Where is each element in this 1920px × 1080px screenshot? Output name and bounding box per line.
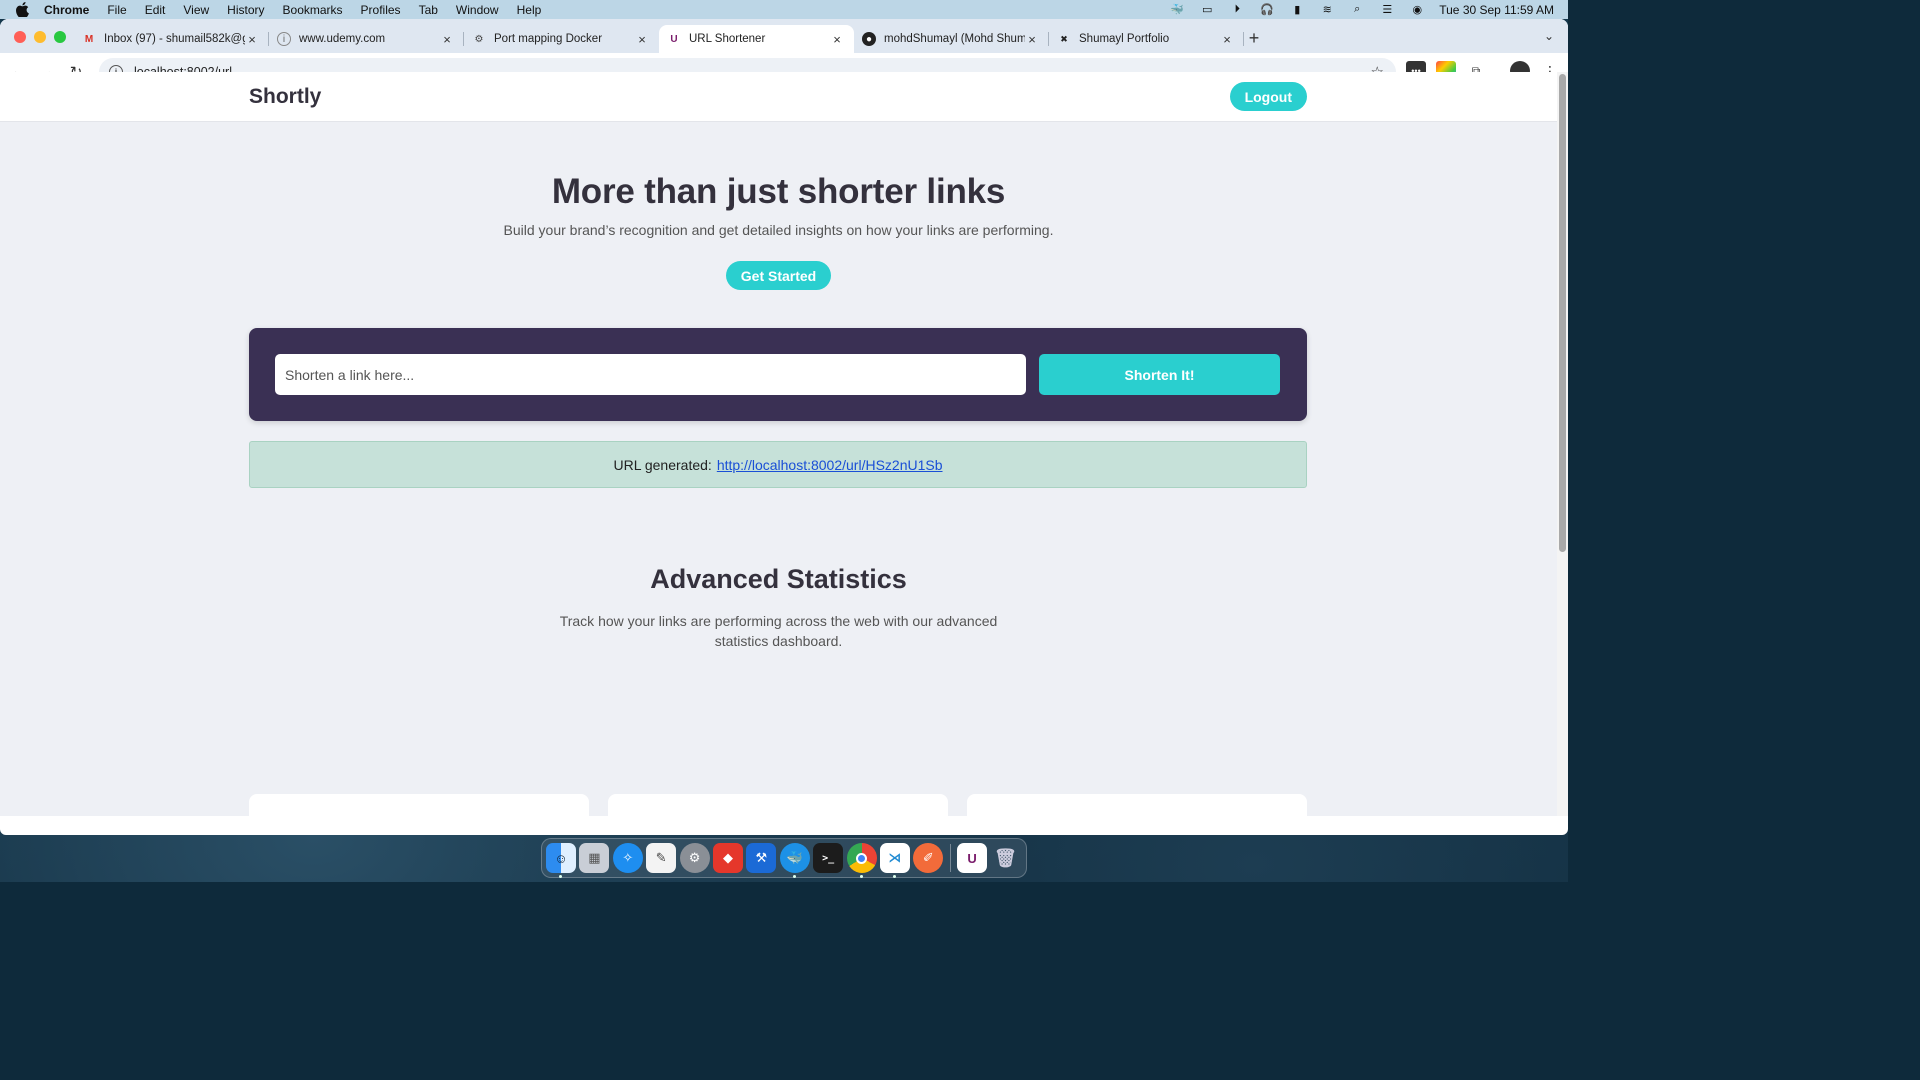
menu-help[interactable]: Help xyxy=(508,3,551,17)
siri-icon[interactable]: ◉ xyxy=(1409,4,1425,16)
anydesk-icon[interactable]: ◆ xyxy=(712,843,743,873)
display-icon[interactable]: ▭ xyxy=(1199,4,1215,16)
tab-title: Shumayl Portfolio xyxy=(1079,33,1170,45)
portfolio-icon: ✖ xyxy=(1060,33,1068,44)
tab-chatgpt[interactable]: ⚙ Port mapping Docker × xyxy=(464,25,659,53)
tab-strip: M Inbox (97) - shumail582k@gm × i www.ud… xyxy=(0,19,1568,53)
site-header: Shortly Logout xyxy=(0,72,1557,122)
tab-search-chevron-icon[interactable]: ⌄ xyxy=(1544,29,1554,43)
tab-title: mohdShumayl (Mohd Shumay xyxy=(884,33,1025,45)
apple-menu-icon[interactable] xyxy=(0,2,44,17)
statistics-title: Advanced Statistics xyxy=(650,564,907,594)
close-tab-icon[interactable]: × xyxy=(245,32,259,47)
tab-github[interactable]: ● mohdShumayl (Mohd Shumay × xyxy=(854,25,1049,53)
generated-url-link[interactable]: http://localhost:8002/url/HSz2nU1Sb xyxy=(717,457,943,473)
terminal-icon[interactable]: >_ xyxy=(813,843,844,873)
tab-url-shortener[interactable]: U URL Shortener × xyxy=(659,25,854,53)
result-label: URL generated: xyxy=(613,456,712,473)
menu-app-name[interactable]: Chrome xyxy=(44,3,98,17)
close-tab-icon[interactable]: × xyxy=(1220,32,1234,47)
battery-icon[interactable]: ▮ xyxy=(1289,4,1305,16)
textedit-icon[interactable]: ✎ xyxy=(646,843,677,873)
feature-card xyxy=(967,794,1307,816)
feature-card xyxy=(249,794,589,816)
shortener-form: Shorten It! xyxy=(249,328,1307,421)
statistics-description: Track how your links are performing acro… xyxy=(559,613,998,649)
safari-icon[interactable]: ✧ xyxy=(612,843,643,873)
globe-icon: i xyxy=(277,32,291,46)
feature-card xyxy=(608,794,948,816)
dock: ☺ ▦ ✧ ✎ ⚙ ◆ ⚒ 🐳 >_ ⋊ ✐ U 🗑 xyxy=(541,838,1027,878)
new-tab-button[interactable]: + xyxy=(1244,28,1264,49)
finder-icon[interactable]: ☺ xyxy=(546,843,576,878)
hero-subtitle: Build your brand’s recognition and get d… xyxy=(503,222,1054,238)
page-viewport: Shortly Logout More than just shorter li… xyxy=(0,72,1557,816)
tab-udemy[interactable]: i www.udemy.com × xyxy=(269,25,464,53)
menu-bar: Chrome File Edit View History Bookmarks … xyxy=(0,0,1568,19)
get-started-button[interactable]: Get Started xyxy=(725,261,832,290)
xcode-icon[interactable]: ⚒ xyxy=(746,843,777,873)
menu-window[interactable]: Window xyxy=(447,3,508,17)
minimize-window-button[interactable] xyxy=(34,31,46,43)
openai-icon: ⚙ xyxy=(474,33,484,45)
github-icon: ● xyxy=(862,32,876,46)
menu-bookmarks[interactable]: Bookmarks xyxy=(274,3,352,17)
tab-title: www.udemy.com xyxy=(299,33,386,45)
page-scrollbar[interactable] xyxy=(1557,72,1568,816)
close-tab-icon[interactable]: × xyxy=(1025,32,1039,47)
menu-tab[interactable]: Tab xyxy=(410,3,447,17)
control-center-icon[interactable]: ☰ xyxy=(1379,4,1395,16)
wifi-icon[interactable]: ≋ xyxy=(1319,4,1335,16)
tab-portfolio[interactable]: ✖ Shumayl Portfolio × xyxy=(1049,25,1244,53)
play-icon[interactable]: ⏵ xyxy=(1229,3,1245,16)
url-input[interactable] xyxy=(275,354,1026,395)
tab-gmail[interactable]: M Inbox (97) - shumail582k@gm × xyxy=(74,25,269,53)
menu-file[interactable]: File xyxy=(98,3,135,17)
spotlight-search-icon[interactable]: ⌕ xyxy=(1349,3,1365,16)
menu-profiles[interactable]: Profiles xyxy=(352,3,410,17)
menu-edit[interactable]: Edit xyxy=(136,3,175,17)
vscode-icon[interactable]: ⋊ xyxy=(879,843,910,878)
gmail-icon: M xyxy=(84,33,94,45)
system-settings-icon[interactable]: ⚙ xyxy=(679,843,710,873)
hero-title: More than just shorter links xyxy=(551,172,1006,211)
brand-logo[interactable]: Shortly xyxy=(249,85,321,109)
logout-button[interactable]: Logout xyxy=(1229,82,1307,111)
chrome-icon[interactable] xyxy=(846,843,877,878)
udemy-icon[interactable]: U xyxy=(957,843,988,873)
tab-title: Port mapping Docker xyxy=(494,33,603,45)
launchpad-icon[interactable]: ▦ xyxy=(579,843,610,873)
window-controls xyxy=(14,31,66,43)
menu-clock[interactable]: Tue 30 Sep 11:59 AM xyxy=(1439,3,1554,17)
result-banner: URL generated: http://localhost:8002/url… xyxy=(249,441,1307,488)
app-icon: U xyxy=(670,33,678,45)
close-window-button[interactable] xyxy=(14,31,26,43)
headphones-icon[interactable]: 🎧 xyxy=(1259,4,1275,16)
shorten-button[interactable]: Shorten It! xyxy=(1039,354,1280,395)
docker-icon[interactable]: 🐳 xyxy=(779,843,810,878)
hero-section: More than just shorter links Build your … xyxy=(0,172,1557,290)
trash-icon[interactable]: 🗑 xyxy=(990,843,1020,873)
tab-title: URL Shortener xyxy=(689,33,766,45)
menu-history[interactable]: History xyxy=(218,3,273,17)
close-tab-icon[interactable]: × xyxy=(635,32,649,47)
menu-view[interactable]: View xyxy=(174,3,218,17)
statistics-section: Advanced Statistics Track how your links… xyxy=(0,564,1557,651)
close-tab-icon[interactable]: × xyxy=(830,32,844,47)
close-tab-icon[interactable]: × xyxy=(440,32,454,47)
postman-icon[interactable]: ✐ xyxy=(913,843,944,873)
tab-title: Inbox (97) - shumail582k@gm xyxy=(104,33,245,45)
docker-status-icon[interactable]: 🐳 xyxy=(1169,4,1185,16)
scrollbar-thumb[interactable] xyxy=(1559,74,1566,552)
maximize-window-button[interactable] xyxy=(54,31,66,43)
